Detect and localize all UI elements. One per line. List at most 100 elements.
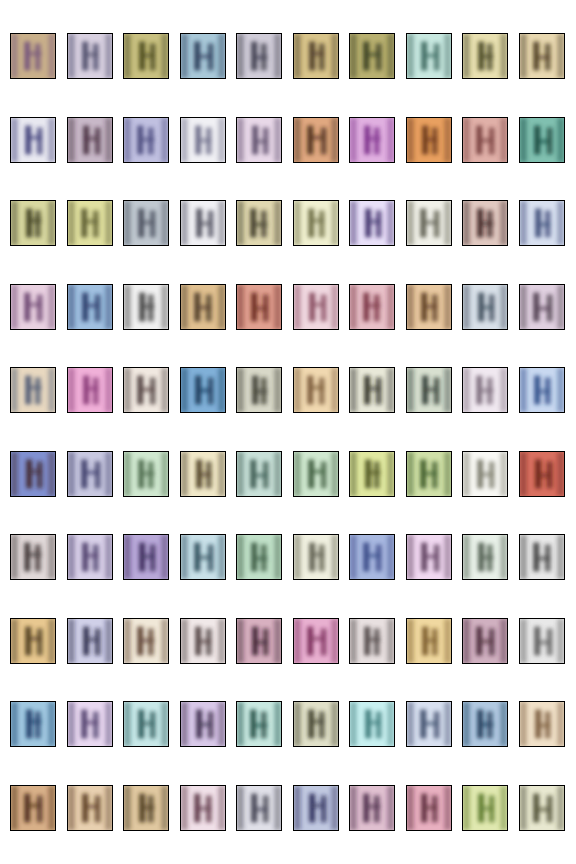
- digit-tile: [10, 451, 56, 497]
- blurred-digit-image: [350, 201, 394, 245]
- digit-tile: [519, 33, 565, 79]
- digit-tile: [236, 785, 282, 831]
- blurred-digit-image: [11, 368, 55, 412]
- digit-tile: [293, 367, 339, 413]
- digit-tile: [406, 785, 452, 831]
- blurred-digit-image: [520, 34, 564, 78]
- blurred-digit-image: [124, 118, 168, 162]
- digit-tile: [349, 284, 395, 330]
- blurred-digit-image: [237, 702, 281, 746]
- digit-tile: [236, 618, 282, 664]
- image-grid: [0, 0, 576, 864]
- digit-tile: [406, 534, 452, 580]
- blurred-digit-image: [407, 786, 451, 830]
- digit-tile: [123, 33, 169, 79]
- digit-tile: [180, 701, 226, 747]
- blurred-digit-image: [181, 786, 225, 830]
- blurred-digit-image: [350, 118, 394, 162]
- blurred-digit-image: [350, 619, 394, 663]
- blurred-digit-image: [407, 452, 451, 496]
- digit-tile: [406, 367, 452, 413]
- digit-tile: [293, 284, 339, 330]
- blurred-digit-image: [407, 702, 451, 746]
- blurred-digit-image: [237, 368, 281, 412]
- blurred-digit-image: [124, 786, 168, 830]
- blurred-digit-image: [520, 786, 564, 830]
- digit-tile: [236, 367, 282, 413]
- digit-tile: [10, 618, 56, 664]
- digit-tile: [462, 701, 508, 747]
- digit-tile: [406, 451, 452, 497]
- blurred-digit-image: [68, 285, 112, 329]
- digit-tile: [349, 701, 395, 747]
- digit-tile: [10, 367, 56, 413]
- blurred-digit-image: [181, 535, 225, 579]
- digit-tile: [462, 618, 508, 664]
- digit-tile: [519, 200, 565, 246]
- digit-tile: [180, 534, 226, 580]
- digit-tile: [462, 117, 508, 163]
- blurred-digit-image: [181, 452, 225, 496]
- blurred-digit-image: [237, 619, 281, 663]
- digit-tile: [236, 200, 282, 246]
- digit-tile: [236, 33, 282, 79]
- digit-tile: [67, 117, 113, 163]
- blurred-digit-image: [294, 535, 338, 579]
- blurred-digit-image: [463, 535, 507, 579]
- blurred-digit-image: [11, 452, 55, 496]
- blurred-digit-image: [294, 368, 338, 412]
- digit-tile: [236, 284, 282, 330]
- digit-tile: [180, 785, 226, 831]
- digit-tile: [67, 618, 113, 664]
- digit-tile: [406, 33, 452, 79]
- digit-tile: [236, 451, 282, 497]
- blurred-digit-image: [294, 619, 338, 663]
- digit-tile: [123, 117, 169, 163]
- digit-tile: [67, 534, 113, 580]
- digit-tile: [349, 534, 395, 580]
- blurred-digit-image: [181, 34, 225, 78]
- blurred-digit-image: [520, 619, 564, 663]
- blurred-digit-image: [11, 619, 55, 663]
- blurred-digit-image: [407, 118, 451, 162]
- blurred-digit-image: [520, 118, 564, 162]
- digit-tile: [123, 367, 169, 413]
- blurred-digit-image: [520, 201, 564, 245]
- blurred-digit-image: [407, 285, 451, 329]
- blurred-digit-image: [11, 786, 55, 830]
- blurred-digit-image: [237, 118, 281, 162]
- blurred-digit-image: [11, 118, 55, 162]
- digit-tile: [349, 117, 395, 163]
- digit-tile: [349, 200, 395, 246]
- blurred-digit-image: [237, 201, 281, 245]
- blurred-digit-image: [294, 201, 338, 245]
- blurred-digit-image: [407, 201, 451, 245]
- blurred-digit-image: [68, 452, 112, 496]
- digit-tile: [519, 451, 565, 497]
- digit-tile: [123, 701, 169, 747]
- digit-tile: [293, 618, 339, 664]
- digit-tile: [10, 785, 56, 831]
- blurred-digit-image: [124, 619, 168, 663]
- digit-tile: [406, 618, 452, 664]
- digit-tile: [10, 701, 56, 747]
- digit-tile: [10, 33, 56, 79]
- digit-tile: [180, 33, 226, 79]
- blurred-digit-image: [181, 118, 225, 162]
- blurred-digit-image: [237, 452, 281, 496]
- digit-tile: [67, 200, 113, 246]
- blurred-digit-image: [520, 535, 564, 579]
- digit-tile: [123, 451, 169, 497]
- digit-tile: [67, 33, 113, 79]
- digit-tile: [519, 534, 565, 580]
- digit-tile: [10, 117, 56, 163]
- digit-tile: [236, 701, 282, 747]
- blurred-digit-image: [294, 285, 338, 329]
- digit-tile: [519, 701, 565, 747]
- blurred-digit-image: [463, 118, 507, 162]
- digit-tile: [236, 534, 282, 580]
- blurred-digit-image: [181, 368, 225, 412]
- digit-tile: [180, 451, 226, 497]
- blurred-digit-image: [350, 368, 394, 412]
- digit-tile: [67, 451, 113, 497]
